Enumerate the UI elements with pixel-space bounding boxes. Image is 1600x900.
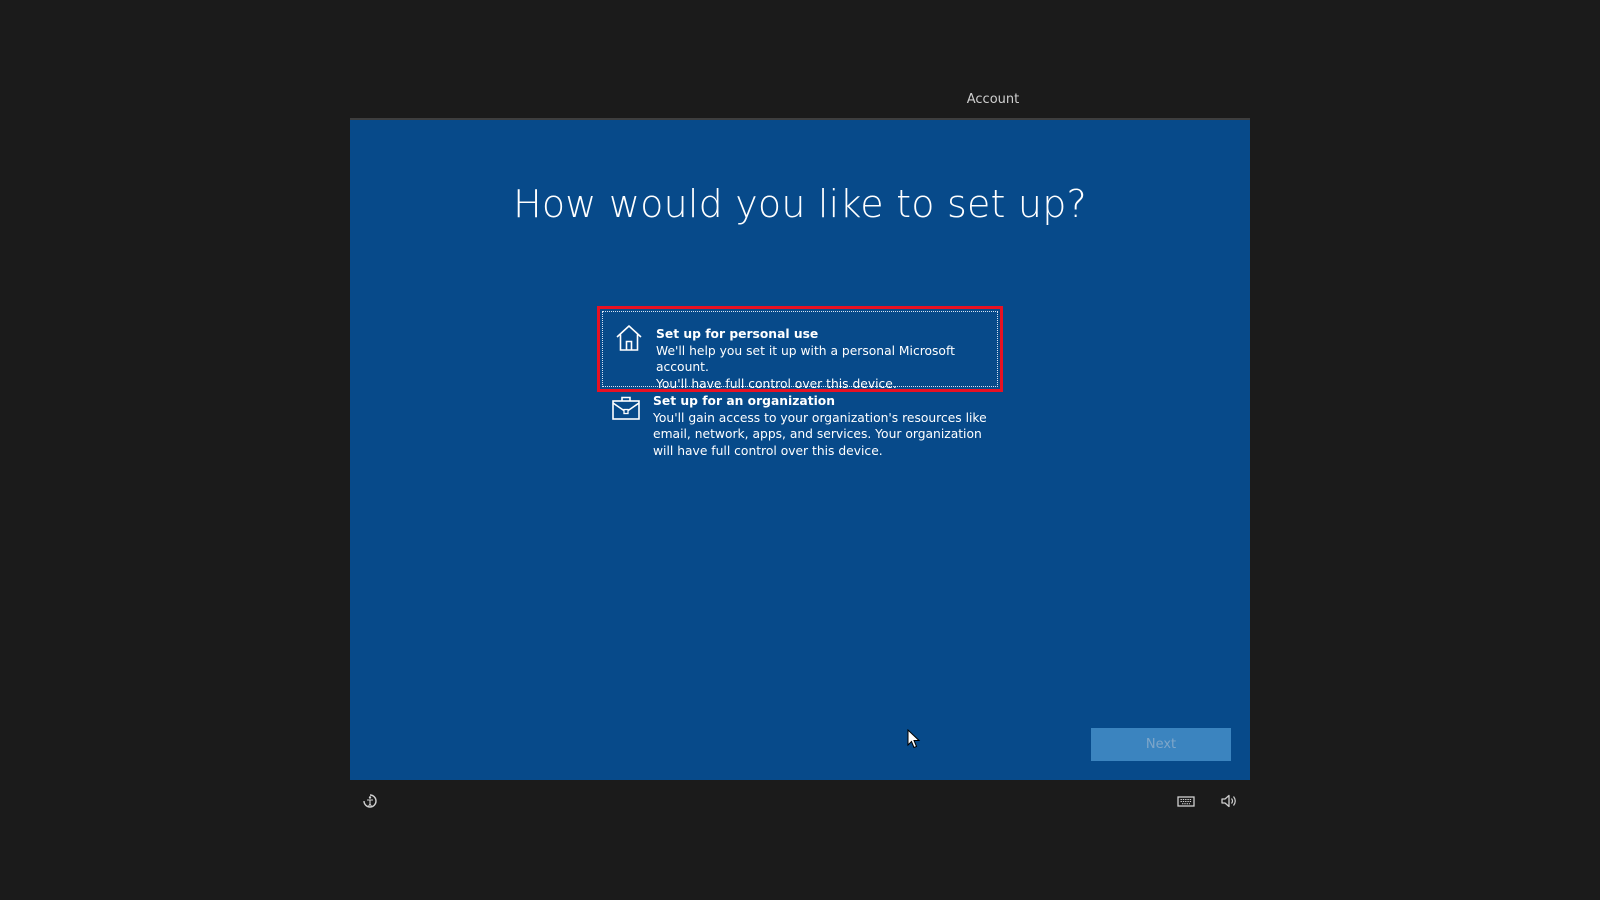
personal-use-option[interactable]: Set up for personal use We'll help you s…: [597, 306, 1003, 392]
ease-of-access-icon[interactable]: [359, 790, 381, 812]
step-label: Account: [966, 92, 1020, 107]
oobe-screen: Account How would you like to set up? Se…: [0, 0, 1600, 900]
organization-title: Set up for an organization: [653, 394, 836, 408]
personal-use-desc-line1: We'll help you set it up with a personal…: [656, 343, 955, 375]
mouse-cursor-icon: [907, 729, 921, 749]
page-title: How would you like to set up?: [513, 182, 1087, 226]
personal-use-text: Set up for personal use We'll help you s…: [656, 326, 990, 392]
setup-panel: How would you like to set up? Set up for…: [350, 118, 1250, 780]
briefcase-icon: [612, 396, 640, 420]
next-button[interactable]: Next: [1091, 728, 1231, 761]
organization-text: Set up for an organization You'll gain a…: [653, 393, 993, 459]
step-tab-account: Account: [907, 88, 1079, 121]
home-icon: [616, 325, 642, 351]
organization-desc: You'll gain access to your organization'…: [653, 410, 987, 458]
volume-icon[interactable]: [1218, 790, 1240, 812]
organization-option[interactable]: Set up for an organization You'll gain a…: [597, 390, 1003, 470]
keyboard-icon[interactable]: [1175, 790, 1197, 812]
personal-use-title: Set up for personal use: [656, 327, 819, 341]
